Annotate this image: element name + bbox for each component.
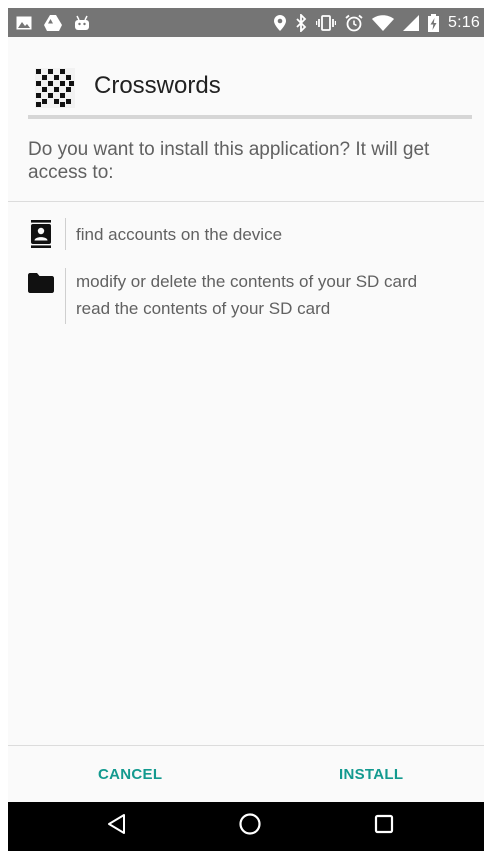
home-icon [238, 812, 262, 841]
navigation-bar [8, 802, 484, 851]
back-button[interactable] [87, 802, 147, 851]
back-icon [107, 813, 127, 840]
gallery-icon [16, 16, 32, 30]
app-title: Crosswords [94, 72, 221, 99]
install-prompt: Do you want to install this application?… [28, 139, 430, 183]
signal-icon [403, 14, 420, 31]
alarm-icon [345, 14, 363, 32]
location-icon [274, 14, 287, 31]
dialog-actions: CANCEL INSTALL [8, 746, 484, 802]
drive-icon [44, 14, 62, 31]
install-dialog-screen: 5:16 Crosswords Do you want to install t… [8, 8, 484, 851]
permission-bar [65, 218, 66, 250]
cancel-button[interactable]: CANCEL [90, 762, 170, 787]
bluetooth-icon [295, 13, 307, 32]
wifi-icon [372, 14, 395, 31]
folder-icon [28, 273, 54, 299]
permission-text: modify or delete the contents of your SD… [76, 272, 418, 291]
app-header: Crosswords [8, 37, 484, 125]
battery-charging-icon [428, 13, 440, 32]
install-button[interactable]: INSTALL [331, 762, 411, 787]
permission-text: read the contents of your SD card [76, 299, 331, 318]
contacts-icon [28, 220, 54, 248]
crossword-grid-icon [35, 68, 75, 108]
status-time: 5:16 [448, 13, 480, 31]
section-divider [8, 201, 484, 202]
home-button[interactable] [220, 802, 280, 851]
android-icon [74, 15, 90, 31]
recents-icon [374, 814, 394, 839]
vibrate-icon [316, 14, 337, 31]
permission-text: find accounts on the device [76, 225, 283, 244]
header-divider [28, 115, 472, 119]
permission-bar [65, 268, 66, 324]
status-bar: 5:16 [8, 8, 484, 37]
recents-button[interactable] [354, 802, 414, 851]
